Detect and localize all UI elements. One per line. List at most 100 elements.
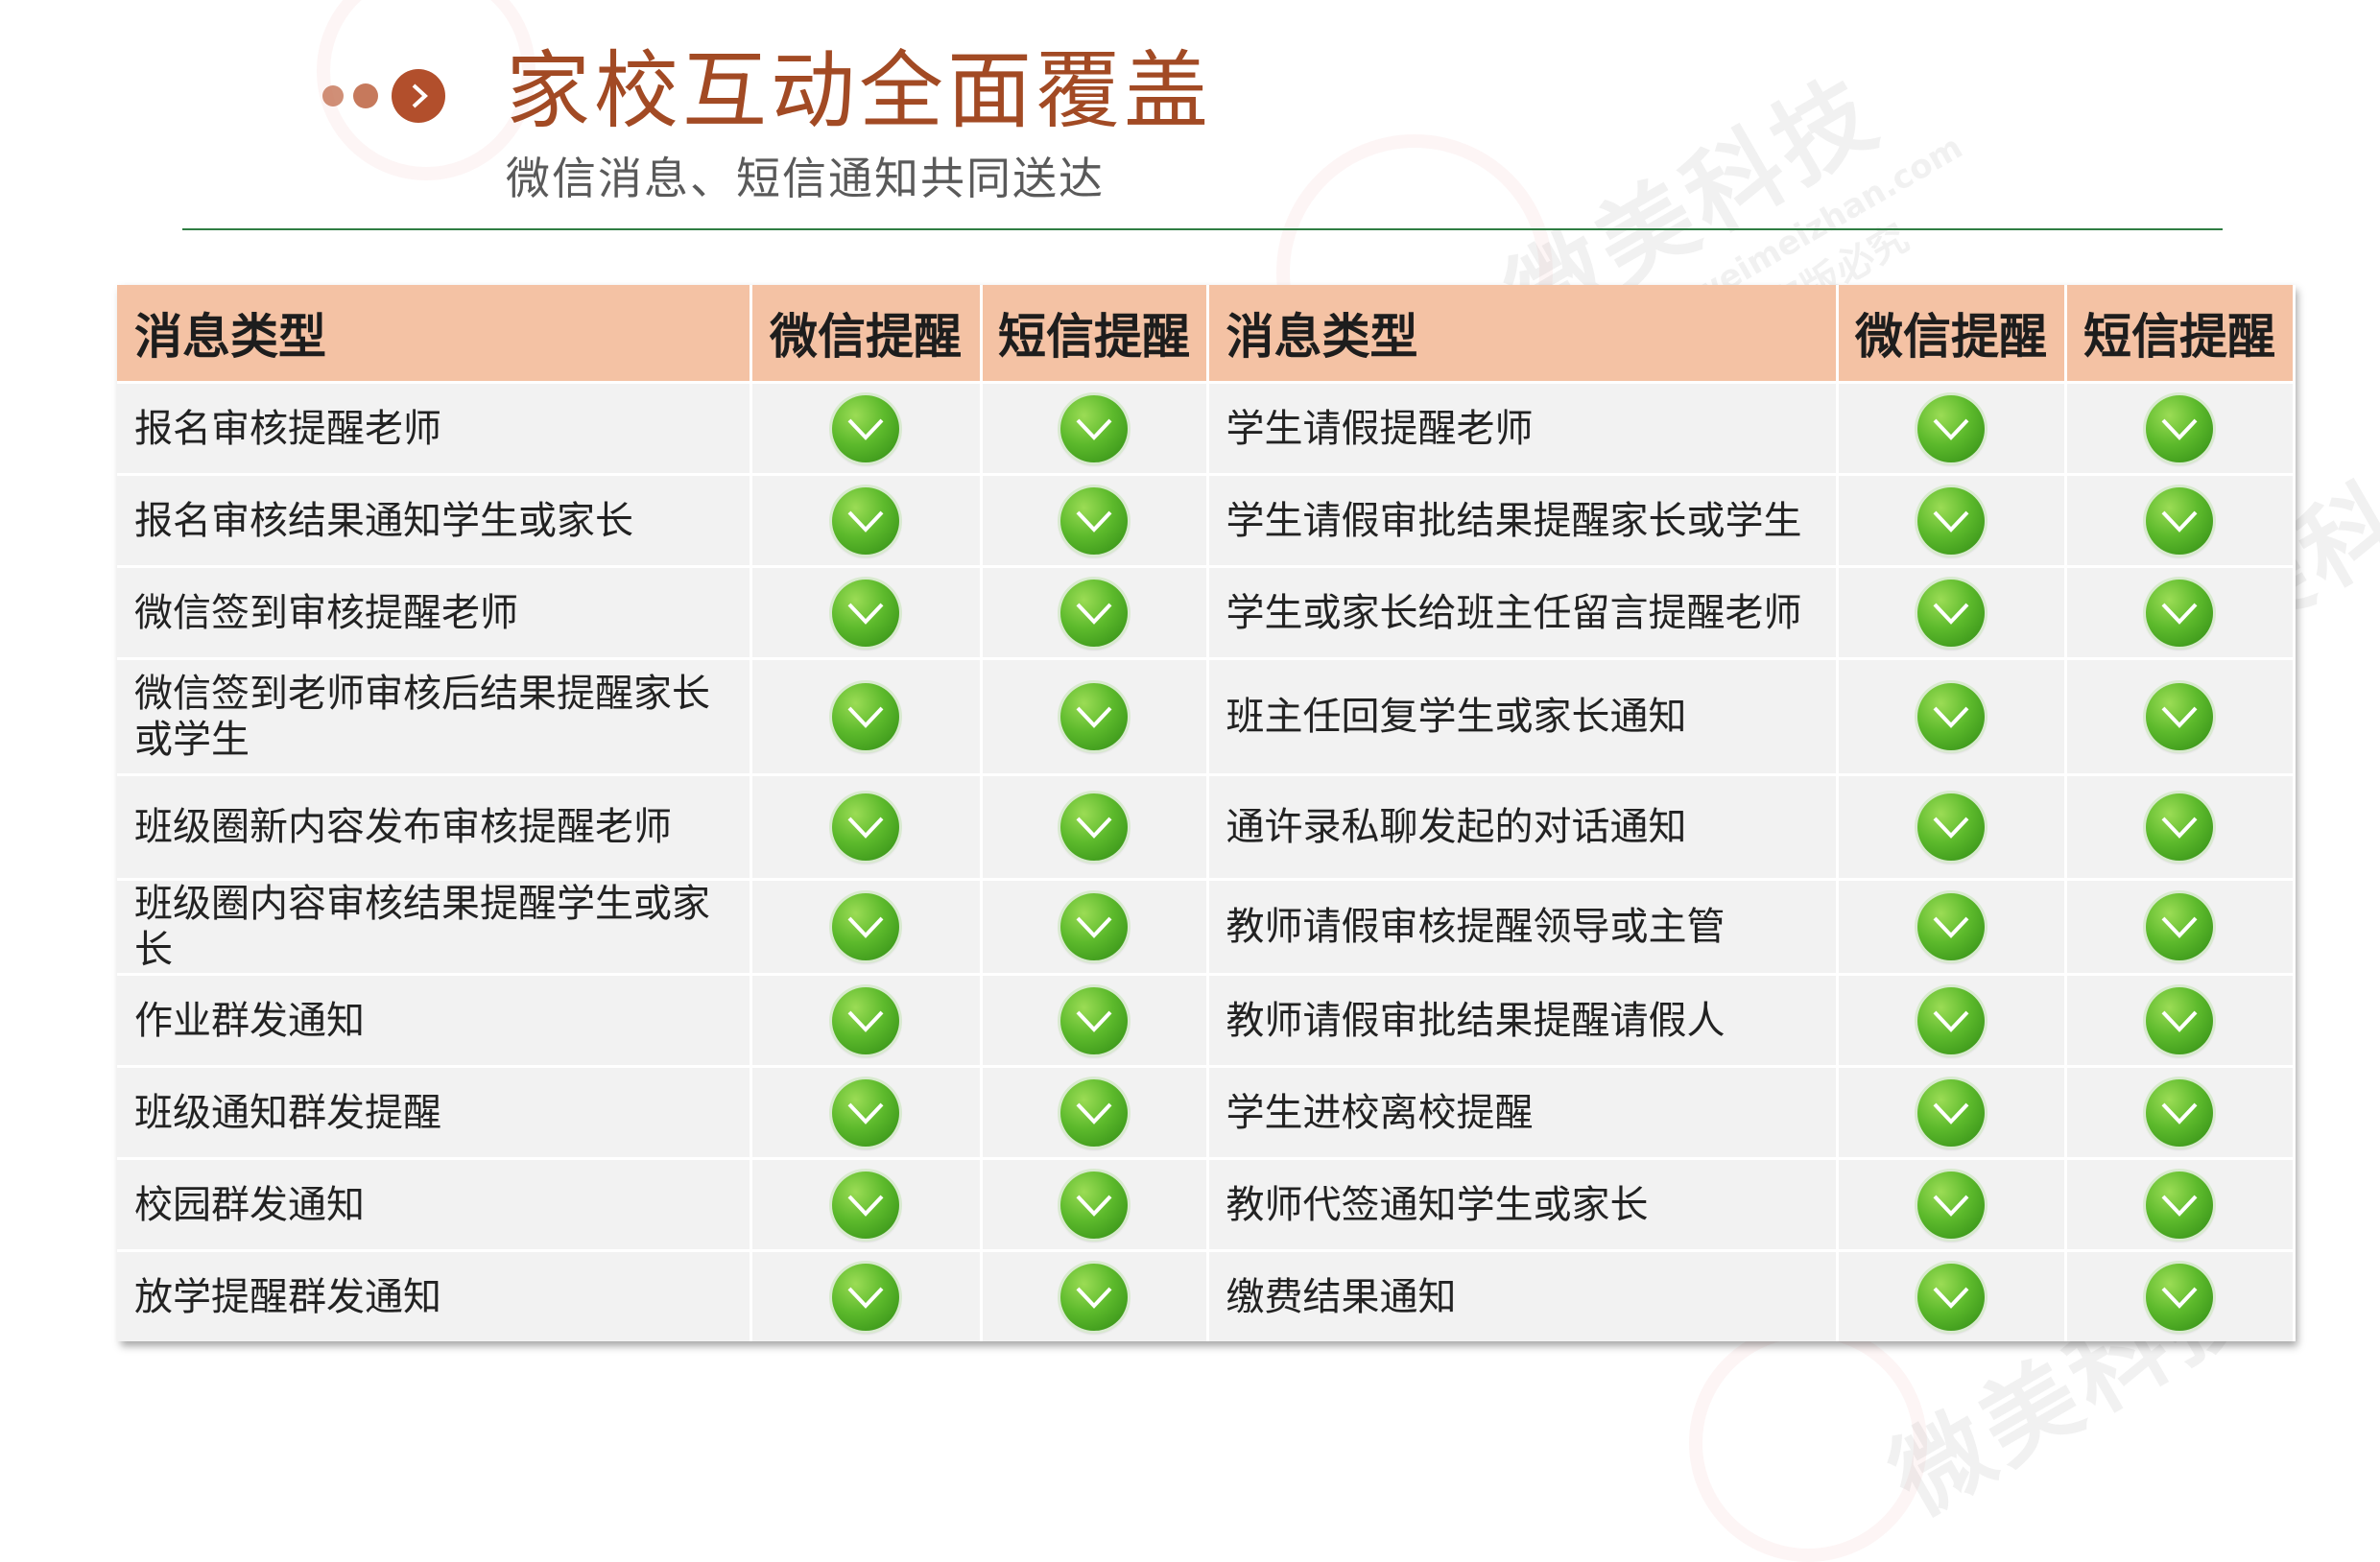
check-circle-icon xyxy=(1917,793,1985,861)
check-circle-icon xyxy=(2146,793,2213,861)
check-circle-icon xyxy=(1917,486,1985,555)
wechat-cell xyxy=(1837,1157,2067,1251)
sms-cell xyxy=(981,973,1209,1067)
wechat-cell xyxy=(750,878,983,975)
header-wechat: 微信提醒 xyxy=(1837,285,2067,383)
check-circle-icon xyxy=(1060,683,1128,750)
message-type-cell: 教师请假审批结果提醒请假人 xyxy=(1207,973,1839,1067)
message-type-cell: 放学提醒群发通知 xyxy=(117,1249,752,1341)
check-circle-icon xyxy=(2146,486,2213,555)
wechat-cell xyxy=(750,973,983,1067)
message-type-cell: 微信签到老师审核后结果提醒家长或学生 xyxy=(117,657,752,775)
message-type-cell: 班级圈内容审核结果提醒学生或家长 xyxy=(117,878,752,975)
sms-cell xyxy=(2065,381,2296,475)
header-message-type: 消息类型 xyxy=(117,285,752,383)
check-circle-icon xyxy=(2146,1078,2213,1147)
message-type-cell: 学生请假审批结果提醒家长或学生 xyxy=(1207,473,1839,567)
check-circle-icon xyxy=(1060,893,1128,960)
message-type-cell: 班级通知群发提醒 xyxy=(117,1065,752,1159)
table-row: 报名审核结果通知学生或家长 学生请假审批结果提醒家长或学生 xyxy=(117,473,2296,567)
check-circle-icon xyxy=(1060,486,1128,555)
check-circle-icon xyxy=(1917,394,1985,462)
wechat-cell xyxy=(750,657,983,775)
wechat-cell xyxy=(750,565,983,659)
sms-cell xyxy=(981,773,1209,880)
sms-cell xyxy=(2065,473,2296,567)
watermark-ring xyxy=(1689,1324,1927,1562)
bullet-dot xyxy=(353,83,378,108)
sms-cell xyxy=(2065,657,2296,775)
sms-cell xyxy=(2065,565,2296,659)
check-circle-icon xyxy=(832,986,899,1054)
header-wechat: 微信提醒 xyxy=(750,285,983,383)
sms-cell xyxy=(981,565,1209,659)
check-circle-icon xyxy=(832,1171,899,1239)
message-type-cell: 报名审核结果通知学生或家长 xyxy=(117,473,752,567)
check-circle-icon xyxy=(1917,1078,1985,1147)
check-circle-icon xyxy=(1917,579,1985,647)
table-row: 班级圈内容审核结果提醒学生或家长 教师请假审核提醒领导或主管 xyxy=(117,878,2296,975)
check-circle-icon xyxy=(832,683,899,750)
wechat-cell xyxy=(750,1065,983,1159)
check-circle-icon xyxy=(1060,986,1128,1054)
table-row: 班级通知群发提醒 学生进校离校提醒 xyxy=(117,1065,2296,1159)
sms-cell xyxy=(981,878,1209,975)
message-type-cell: 学生或家长给班主任留言提醒老师 xyxy=(1207,565,1839,659)
table-row: 微信签到老师审核后结果提醒家长或学生 班主任回复学生或家长通知 xyxy=(117,657,2296,775)
check-circle-icon xyxy=(2146,893,2213,960)
sms-cell xyxy=(981,1157,1209,1251)
wechat-cell xyxy=(1837,473,2067,567)
check-circle-icon xyxy=(832,486,899,555)
message-type-cell: 班主任回复学生或家长通知 xyxy=(1207,657,1839,775)
message-type-cell: 作业群发通知 xyxy=(117,973,752,1067)
table-row: 作业群发通知 教师请假审批结果提醒请假人 xyxy=(117,973,2296,1067)
message-type-cell: 学生进校离校提醒 xyxy=(1207,1065,1839,1159)
check-circle-icon xyxy=(832,793,899,861)
wechat-cell xyxy=(750,381,983,475)
check-circle-icon xyxy=(2146,1171,2213,1239)
sms-cell xyxy=(981,1249,1209,1341)
check-circle-icon xyxy=(1060,1171,1128,1239)
table-row: 放学提醒群发通知 缴费结果通知 xyxy=(117,1249,2296,1341)
check-circle-icon xyxy=(2146,683,2213,750)
check-circle-icon xyxy=(1917,683,1985,750)
check-circle-icon xyxy=(1917,1263,1985,1331)
check-circle-icon xyxy=(832,579,899,647)
header-sms: 短信提醒 xyxy=(2065,285,2296,383)
table-row: 班级圈新内容发布审核提醒老师 通许录私聊发起的对话通知 xyxy=(117,773,2296,880)
sms-cell xyxy=(2065,973,2296,1067)
message-type-cell: 报名审核提醒老师 xyxy=(117,381,752,475)
check-circle-icon xyxy=(1917,893,1985,960)
wechat-cell xyxy=(750,1249,983,1341)
wechat-cell xyxy=(1837,381,2067,475)
check-circle-icon xyxy=(1060,1078,1128,1147)
check-circle-icon xyxy=(1917,986,1985,1054)
wechat-cell xyxy=(750,473,983,567)
check-circle-icon xyxy=(1060,793,1128,861)
message-type-cell: 通许录私聊发起的对话通知 xyxy=(1207,773,1839,880)
message-type-cell: 微信签到审核提醒老师 xyxy=(117,565,752,659)
message-type-cell: 教师请假审核提醒领导或主管 xyxy=(1207,878,1839,975)
page-title: 家校互动全面覆盖 xyxy=(506,41,1213,140)
table-row: 微信签到审核提醒老师 学生或家长给班主任留言提醒老师 xyxy=(117,565,2296,659)
wechat-cell xyxy=(1837,773,2067,880)
message-type-cell: 教师代签通知学生或家长 xyxy=(1207,1157,1839,1251)
table-header-row: 消息类型 微信提醒 短信提醒 消息类型 微信提醒 短信提醒 xyxy=(117,285,2296,383)
chevron-right-icon xyxy=(392,69,445,123)
sms-cell xyxy=(981,1065,1209,1159)
check-circle-icon xyxy=(2146,579,2213,647)
check-circle-icon xyxy=(832,394,899,462)
message-type-cell: 班级圈新内容发布审核提醒老师 xyxy=(117,773,752,880)
header-divider xyxy=(182,228,2223,230)
sms-cell xyxy=(2065,773,2296,880)
message-type-cell: 缴费结果通知 xyxy=(1207,1249,1839,1341)
table-row: 校园群发通知 教师代签通知学生或家长 xyxy=(117,1157,2296,1251)
wechat-cell xyxy=(750,773,983,880)
sms-cell xyxy=(2065,1249,2296,1341)
wechat-cell xyxy=(1837,1249,2067,1341)
check-circle-icon xyxy=(2146,1263,2213,1331)
wechat-cell xyxy=(1837,973,2067,1067)
sms-cell xyxy=(981,473,1209,567)
check-circle-icon xyxy=(832,1078,899,1147)
check-circle-icon xyxy=(1917,1171,1985,1239)
